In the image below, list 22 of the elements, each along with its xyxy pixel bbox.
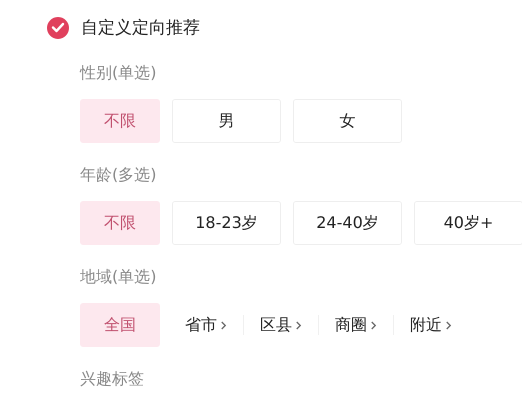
chevron-icon: [370, 320, 377, 330]
section-label: 地域(单选): [80, 267, 158, 287]
option-button[interactable]: 24-40岁: [293, 201, 402, 245]
option-button[interactable]: 18-23岁: [172, 201, 281, 245]
region-link[interactable]: 区县: [260, 314, 302, 336]
chevron-icon: [220, 320, 227, 330]
option-button[interactable]: 不限: [80, 201, 160, 245]
option-button[interactable]: 40岁+: [414, 201, 522, 245]
section-label: 性别(单选): [80, 63, 158, 83]
chevron-icon: [445, 320, 452, 330]
region-link[interactable]: 商圈: [335, 314, 377, 336]
option-button[interactable]: 女: [293, 99, 402, 143]
option-button[interactable]: 不限: [80, 99, 160, 143]
chevron-icon: [295, 320, 302, 330]
option-button[interactable]: 全国: [80, 303, 160, 347]
checkbox[interactable]: [47, 16, 69, 38]
region-link[interactable]: 附近: [410, 314, 452, 336]
option-button[interactable]: 男: [172, 99, 281, 143]
section-label: 年龄(多选): [80, 165, 158, 185]
section-label: 兴趣标签: [80, 369, 145, 389]
region-link[interactable]: 省市: [185, 314, 227, 336]
option-title: 自定义定向推荐: [81, 17, 200, 39]
